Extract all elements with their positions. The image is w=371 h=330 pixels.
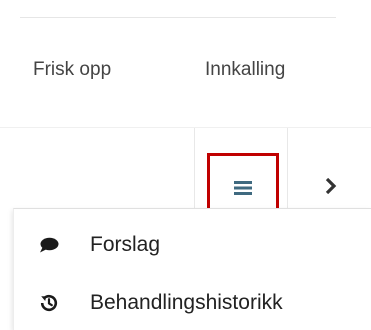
dropdown-menu: Forslag Behandlingshistorikk	[13, 208, 371, 330]
chevron-right-icon	[325, 178, 337, 194]
menu-item-label: Behandlingshistorikk	[90, 291, 283, 314]
next-button[interactable]	[311, 166, 351, 206]
menu-item-forslag[interactable]: Forslag	[14, 223, 371, 267]
history-icon	[39, 293, 59, 313]
menu-item-label: Forslag	[90, 233, 161, 256]
row-divider	[0, 127, 371, 128]
menu-item-behandlingshistorikk[interactable]: Behandlingshistorikk	[14, 281, 371, 325]
top-divider	[20, 17, 336, 18]
column-divider	[194, 128, 195, 210]
refresh-button[interactable]: Frisk opp	[33, 58, 111, 82]
comment-icon	[39, 235, 59, 255]
column-divider	[287, 128, 288, 210]
hamburger-icon	[234, 180, 252, 195]
invite-button[interactable]: Innkalling	[205, 58, 285, 82]
